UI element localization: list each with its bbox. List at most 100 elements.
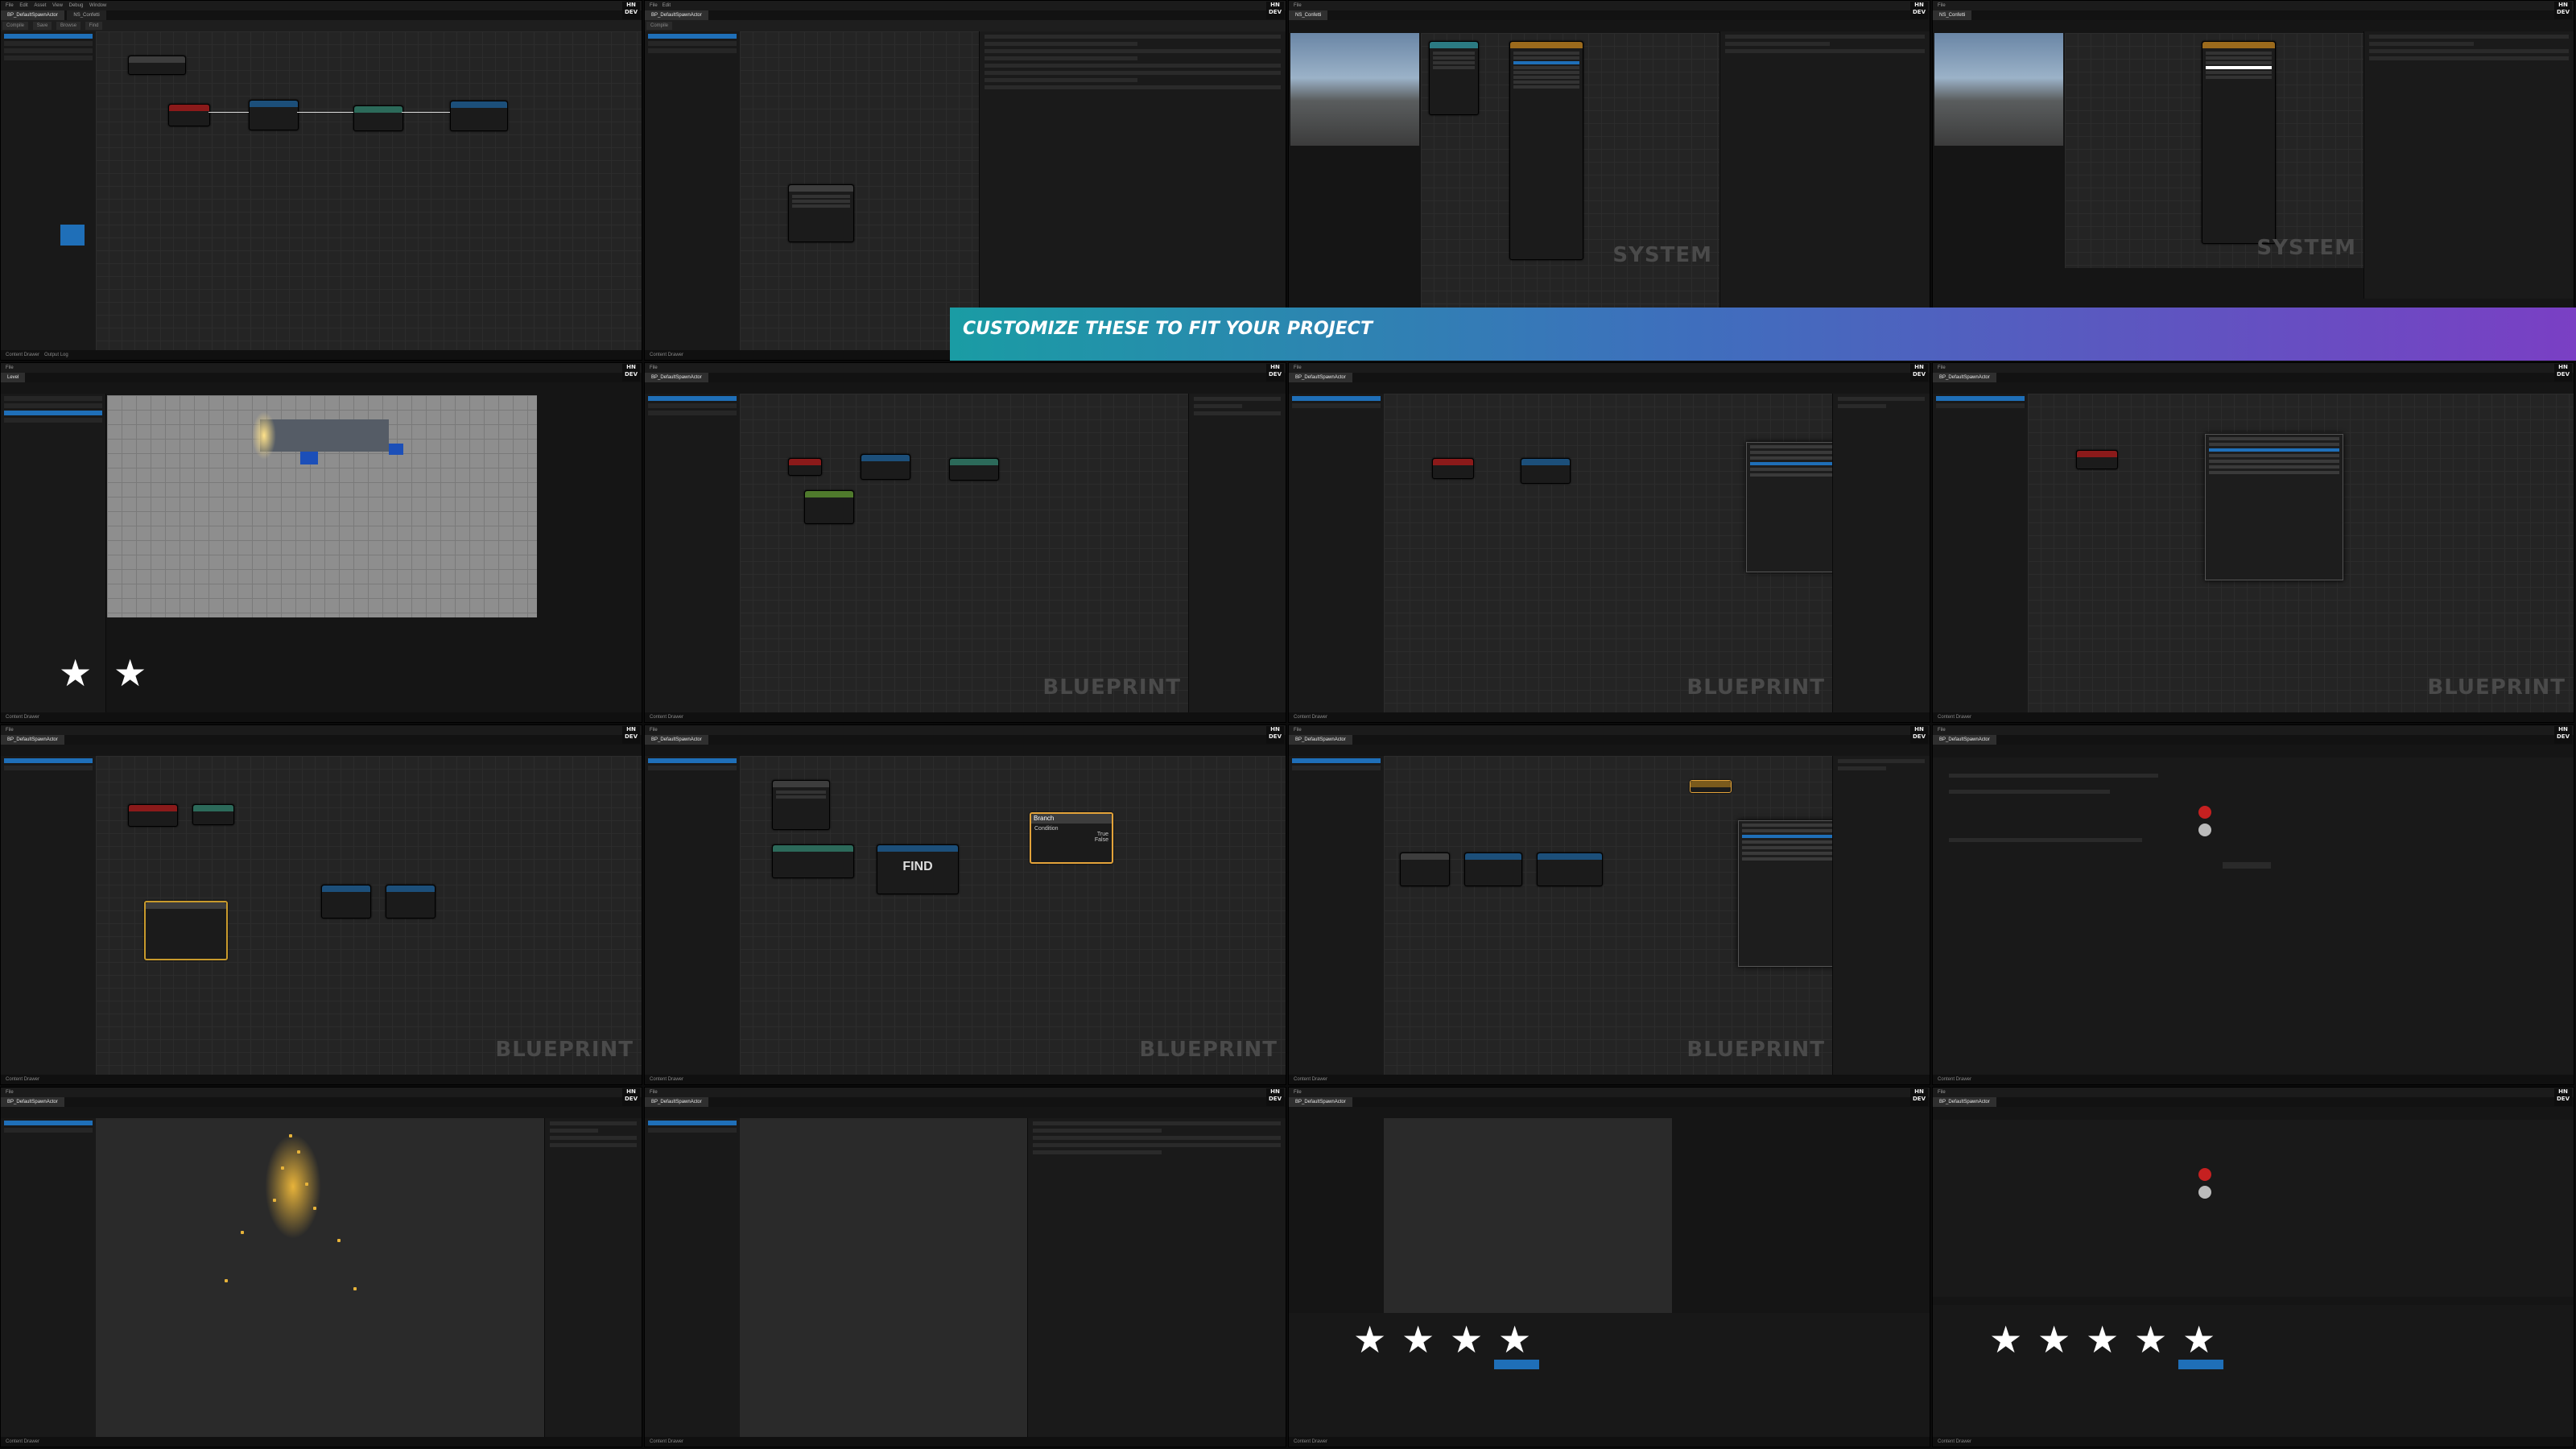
selected-asset-label[interactable] — [2178, 1360, 2223, 1369]
star-icon[interactable]: ★ — [2086, 1321, 2119, 1358]
star-icon[interactable]: ★ — [1353, 1321, 1386, 1358]
menu-file[interactable]: File — [6, 365, 14, 370]
variable-node[interactable] — [1690, 780, 1732, 793]
niagara-preview-viewport[interactable] — [1934, 33, 2063, 146]
output-log-button[interactable]: Output Log — [44, 353, 68, 357]
star-icon[interactable]: ★ — [2037, 1321, 2070, 1358]
menu-file[interactable]: File — [650, 365, 658, 370]
browse-button[interactable]: Browse — [56, 22, 81, 30]
menu-file[interactable]: File — [1294, 365, 1302, 370]
tab-blueprint[interactable]: BP_DefaultSpawnActor — [645, 1097, 708, 1107]
tab-niagara[interactable]: NS_Confetti — [1933, 10, 1972, 20]
content-drawer-button[interactable]: Content Drawer — [1294, 1439, 1327, 1444]
comment-node[interactable] — [128, 56, 186, 75]
compile-button[interactable]: Compile — [646, 22, 673, 30]
function-node[interactable] — [321, 885, 371, 919]
graph-canvas[interactable] — [96, 31, 642, 350]
menu-file[interactable]: File — [650, 1090, 658, 1095]
event-node[interactable] — [2076, 450, 2118, 469]
list-item[interactable] — [648, 34, 737, 39]
content-drawer-button[interactable]: Content Drawer — [1294, 715, 1327, 720]
tab-blueprint[interactable]: BP_DefaultSpawnActor — [1289, 1097, 1352, 1107]
content-drawer-button[interactable]: Content Drawer — [6, 1077, 39, 1082]
system-overview-graph[interactable] — [1421, 33, 1720, 312]
branch-node[interactable]: Branch Condition True False — [1030, 812, 1113, 864]
color-swatch[interactable] — [2198, 1168, 2211, 1181]
menu-file[interactable]: File — [1294, 728, 1302, 733]
menu-asset[interactable]: Asset — [34, 3, 46, 8]
function-node[interactable] — [386, 885, 436, 919]
tab-blueprint[interactable]: BP_DefaultSpawnActor — [1933, 373, 1996, 382]
content-drawer-button[interactable]: Content Drawer — [650, 353, 683, 357]
graph-canvas[interactable]: BLUEPRINT — [96, 756, 642, 1075]
content-drawer-button[interactable]: Content Drawer — [1938, 1439, 1971, 1444]
star-icon[interactable]: ★ — [2134, 1321, 2167, 1358]
star-icon[interactable]: ★ — [1498, 1321, 1531, 1358]
function-node[interactable] — [353, 105, 403, 131]
event-node[interactable] — [168, 104, 210, 126]
tab-blueprint[interactable]: BP_DefaultSpawnActor — [645, 373, 708, 382]
function-node[interactable] — [949, 458, 999, 481]
content-drawer-button[interactable]: Content Drawer — [650, 715, 683, 720]
menu-file[interactable]: File — [1938, 365, 1946, 370]
menu-file[interactable]: File — [650, 3, 658, 8]
list-item[interactable] — [4, 56, 93, 60]
asset-thumbnail[interactable] — [60, 225, 85, 246]
content-drawer-button[interactable]: Content Drawer — [1938, 1077, 1971, 1082]
function-node[interactable] — [192, 804, 234, 825]
true-pin[interactable]: True — [1034, 832, 1108, 837]
content-drawer-button[interactable]: Content Drawer — [1938, 715, 1971, 720]
star-icon[interactable]: ★ — [1402, 1321, 1435, 1358]
graph-canvas[interactable]: BLUEPRINT — [1384, 756, 1860, 1075]
blueprint-viewport[interactable] — [1384, 1118, 1672, 1318]
tab-blueprint[interactable]: BP_DefaultSpawnActor — [1289, 735, 1352, 745]
blueprint-viewport[interactable] — [96, 1118, 545, 1437]
tab-blueprint[interactable]: BP_DefaultSpawnActor — [1, 10, 64, 20]
tab-blueprint[interactable]: BP_DefaultSpawnActor — [1933, 1097, 1996, 1107]
tab-blueprint[interactable]: BP_DefaultSpawnActor — [1, 735, 64, 745]
tab-blueprint[interactable]: BP_DefaultSpawnActor — [645, 735, 708, 745]
false-pin[interactable]: False — [1034, 837, 1108, 843]
selected-node[interactable] — [144, 901, 228, 960]
graph-canvas[interactable]: BLUEPRINT — [740, 394, 1189, 712]
tab-niagara[interactable]: NS_Confetti — [1289, 10, 1328, 20]
compile-button[interactable]: Compile — [2, 22, 29, 30]
list-item[interactable] — [648, 41, 737, 46]
function-node[interactable] — [1400, 852, 1450, 886]
function-node[interactable] — [1521, 458, 1571, 484]
menu-view[interactable]: View — [52, 3, 63, 8]
list-item[interactable] — [4, 48, 93, 53]
function-node[interactable] — [450, 101, 508, 131]
graph-canvas[interactable]: BLUEPRINT — [1384, 394, 1836, 712]
emitter-node[interactable] — [1509, 41, 1583, 260]
menu-file[interactable]: File — [1938, 1090, 1946, 1095]
menu-file[interactable]: File — [650, 728, 658, 733]
function-node[interactable] — [772, 780, 830, 830]
color-swatch[interactable] — [2198, 824, 2211, 836]
condition-pin[interactable]: Condition — [1034, 826, 1108, 832]
tab-blueprint[interactable]: BP_DefaultSpawnActor — [1933, 735, 1996, 745]
event-node[interactable] — [128, 804, 178, 827]
graph-canvas[interactable]: BLUEPRINT — [2028, 394, 2574, 712]
tab-blueprint[interactable]: BP_DefaultSpawnActor — [1, 1097, 64, 1107]
system-node[interactable] — [1429, 41, 1479, 115]
star-icon[interactable]: ★ — [114, 654, 147, 691]
save-button[interactable]: Save — [32, 22, 52, 30]
menu-edit[interactable]: Edit — [663, 3, 671, 8]
selected-asset-label[interactable] — [1494, 1360, 1539, 1369]
menu-file[interactable]: File — [1294, 1090, 1302, 1095]
function-node[interactable] — [249, 100, 299, 130]
niagara-preview-viewport[interactable] — [1290, 33, 1419, 146]
star-icon[interactable]: ★ — [59, 654, 92, 691]
function-node[interactable] — [1537, 852, 1603, 886]
content-drawer-button[interactable]: Content Drawer — [6, 715, 39, 720]
content-drawer-button[interactable]: Content Drawer — [650, 1077, 683, 1082]
event-node[interactable] — [788, 458, 822, 476]
variable-node[interactable] — [804, 490, 854, 524]
list-item[interactable] — [4, 41, 93, 46]
menu-file[interactable]: File — [6, 728, 14, 733]
menu-edit[interactable]: Edit — [19, 3, 27, 8]
tab-niagara[interactable]: NS_Confetti — [67, 10, 106, 20]
content-drawer-button[interactable]: Content Drawer — [1294, 1077, 1327, 1082]
list-item[interactable] — [648, 48, 737, 53]
